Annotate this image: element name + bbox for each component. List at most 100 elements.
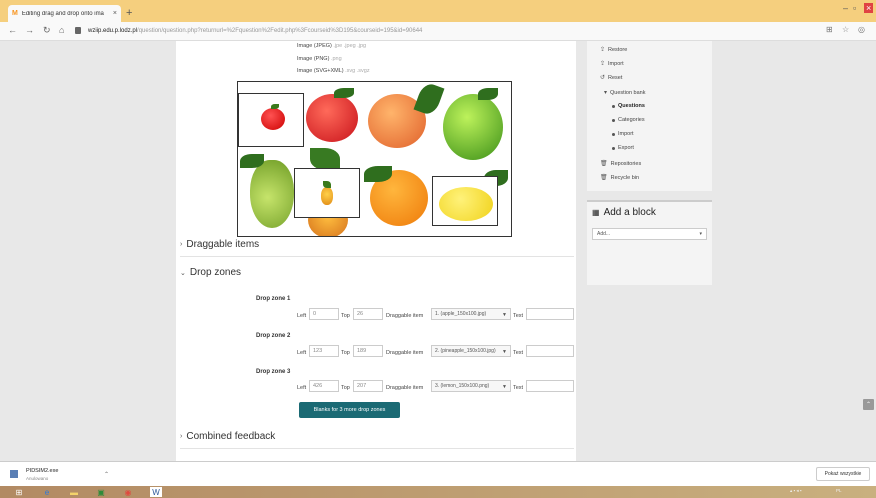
- filetype-svg: Image (SVG+XML) .svg .svgz: [297, 68, 370, 74]
- maximize-icon[interactable]: ▫: [853, 3, 856, 13]
- drop-zone-1-top-input[interactable]: 26: [353, 308, 383, 320]
- download-file-name: PIDSIM2.exe: [26, 468, 59, 474]
- show-all-button[interactable]: Pokaż wszystkie: [816, 467, 870, 481]
- close-window-icon[interactable]: ×: [864, 3, 874, 13]
- drop-zone-2-top-input[interactable]: 189: [353, 345, 383, 357]
- draggable-item-label: Draggable item: [386, 313, 424, 319]
- account-icon[interactable]: ◎: [858, 25, 865, 34]
- drop-zone-2-item-select[interactable]: 2. (pineapple_150x100.jpg) ▼: [431, 345, 511, 357]
- lemon-icon: [439, 187, 493, 221]
- sidebar-item-restore[interactable]: ⇪ Restore: [600, 46, 627, 54]
- apple-green-leaf: [478, 88, 498, 100]
- address-bar: ← → ↻ ⌂ wziip.edu.p.lodz.pl/question/que…: [0, 22, 876, 41]
- translate-icon[interactable]: ⊞: [826, 25, 833, 34]
- sidebar-item-categories[interactable]: Categories: [612, 117, 645, 123]
- drop-zone-1-text-input[interactable]: [526, 308, 574, 320]
- word-icon[interactable]: W: [150, 487, 162, 497]
- folder-icon[interactable]: ▬: [68, 487, 80, 497]
- close-tab-icon[interactable]: ×: [113, 10, 117, 17]
- dropdown-arrow-icon: ▾: [699, 231, 702, 237]
- language-indicator[interactable]: PL: [836, 488, 842, 493]
- drop-zone-2-title: Drop zone 2: [256, 333, 291, 339]
- drop-zone-3-left-input[interactable]: 426: [309, 380, 339, 392]
- sidebar-item-repositories[interactable]: 🗑 Repositories: [600, 160, 641, 168]
- top-label: Top: [341, 350, 350, 356]
- home-icon[interactable]: ⌂: [59, 25, 64, 35]
- strawberry-image: [306, 94, 358, 142]
- sidebar-item-reset[interactable]: ↺ Reset: [600, 74, 622, 82]
- orange-leaf: [364, 166, 392, 182]
- sidebar-item-export[interactable]: Export: [612, 145, 634, 151]
- top-label: Top: [341, 313, 350, 319]
- chevron-down-icon: ⌄: [180, 269, 186, 277]
- chrome-icon[interactable]: ◉: [122, 487, 134, 497]
- drop-zone-1-title: Drop zone 1: [256, 296, 291, 302]
- lock-icon: [75, 27, 81, 34]
- scroll-to-top-button[interactable]: ⌃: [863, 399, 874, 410]
- sidebar-item-import[interactable]: ⇪ Import: [600, 60, 624, 68]
- drop-zone-3-box[interactable]: [432, 176, 498, 226]
- bullet-icon: [612, 132, 615, 136]
- url-field[interactable]: wziip.edu.p.lodz.pl/question/question.ph…: [88, 28, 422, 34]
- dropdown-arrow-icon: ▼: [502, 349, 507, 355]
- sidebar-item-qb-import[interactable]: Import: [612, 131, 634, 137]
- drop-zone-2-left-input[interactable]: 123: [309, 345, 339, 357]
- apple-red-icon: [261, 108, 285, 130]
- sidebar-item-questions[interactable]: Questions: [612, 103, 645, 109]
- chevron-up-icon[interactable]: ⌃: [104, 471, 109, 478]
- system-tray-icons[interactable]: ▴ ▪ ◂ ▪: [790, 488, 801, 494]
- section-drop-zones[interactable]: ⌄ Drop zones: [180, 267, 241, 278]
- section-combined-feedback[interactable]: › Combined feedback: [180, 431, 275, 442]
- chevron-right-icon: ›: [180, 241, 183, 248]
- back-icon[interactable]: ←: [8, 25, 17, 35]
- blanks-more-drop-zones-button[interactable]: Blanks for 3 more drop zones: [299, 402, 400, 418]
- top-label: Top: [341, 385, 350, 391]
- section-draggable-items[interactable]: › Draggable items: [180, 239, 259, 250]
- download-item[interactable]: PIDSIM2.exe Anulowano ⌃: [8, 466, 112, 484]
- drop-zone-1-left-input[interactable]: 0: [309, 308, 339, 320]
- apple-red-leaf: [271, 104, 279, 109]
- download-status: Anulowano: [26, 476, 49, 481]
- minimize-icon[interactable]: –: [843, 3, 848, 13]
- bullet-icon: [612, 104, 615, 108]
- divider: [180, 448, 574, 449]
- strawberry-leaf: [334, 88, 354, 98]
- forward-icon[interactable]: →: [25, 25, 34, 35]
- dropdown-arrow-icon: ▼: [502, 384, 507, 390]
- edge-icon[interactable]: e: [41, 487, 53, 497]
- drop-zone-1-box[interactable]: [238, 93, 304, 147]
- pineapple-crown: [310, 148, 340, 170]
- sidebar-item-recycle-bin[interactable]: 🗑 Recycle bin: [600, 174, 639, 182]
- draggable-item-label: Draggable item: [386, 350, 424, 356]
- trash-icon: 🗑: [600, 175, 608, 181]
- left-label: Left: [297, 313, 307, 319]
- drop-zone-1-item-select[interactable]: 1. (apple_150x100.jpg) ▼: [431, 308, 511, 320]
- bookmark-star-icon[interactable]: ☆: [842, 25, 849, 34]
- drop-zone-3-item-select[interactable]: 3. (lemon_150x100.png) ▼: [431, 380, 511, 392]
- browser-tab-bar: M Editing drag and drop onto ima × + – ▫…: [0, 0, 876, 22]
- pear-image: [250, 160, 294, 228]
- dropdown-arrow-icon: ▼: [502, 312, 507, 318]
- sidebar-item-question-bank[interactable]: ▾ Question bank: [604, 89, 645, 97]
- drop-zone-3-top-input[interactable]: 207: [353, 380, 383, 392]
- reset-icon: ↺: [600, 75, 606, 81]
- drop-zone-2-text-input[interactable]: [526, 345, 574, 357]
- text-label: Text: [513, 385, 524, 391]
- new-tab-button[interactable]: +: [126, 7, 132, 19]
- drop-zone-3-text-input[interactable]: [526, 380, 574, 392]
- grid-icon: ▦: [592, 208, 600, 217]
- drop-zone-2-box[interactable]: [294, 168, 360, 218]
- start-icon[interactable]: ⊞: [13, 487, 25, 497]
- browser-tab[interactable]: M Editing drag and drop onto ima ×: [8, 5, 121, 22]
- filetype-png: Image (PNG) .png: [297, 56, 342, 62]
- text-label: Text: [513, 313, 524, 319]
- store-icon[interactable]: ▣: [95, 487, 107, 497]
- pineapple-small-icon: [321, 187, 333, 205]
- pineapple-small-crown: [323, 181, 331, 188]
- add-block-select[interactable]: Add... ▾: [592, 228, 707, 240]
- restore-icon: ⇪: [600, 47, 606, 53]
- reload-icon[interactable]: ↻: [43, 25, 51, 36]
- tab-title: Editing drag and drop onto ima: [21, 10, 104, 17]
- exe-file-icon: [10, 470, 18, 478]
- import-icon: ⇪: [600, 61, 606, 67]
